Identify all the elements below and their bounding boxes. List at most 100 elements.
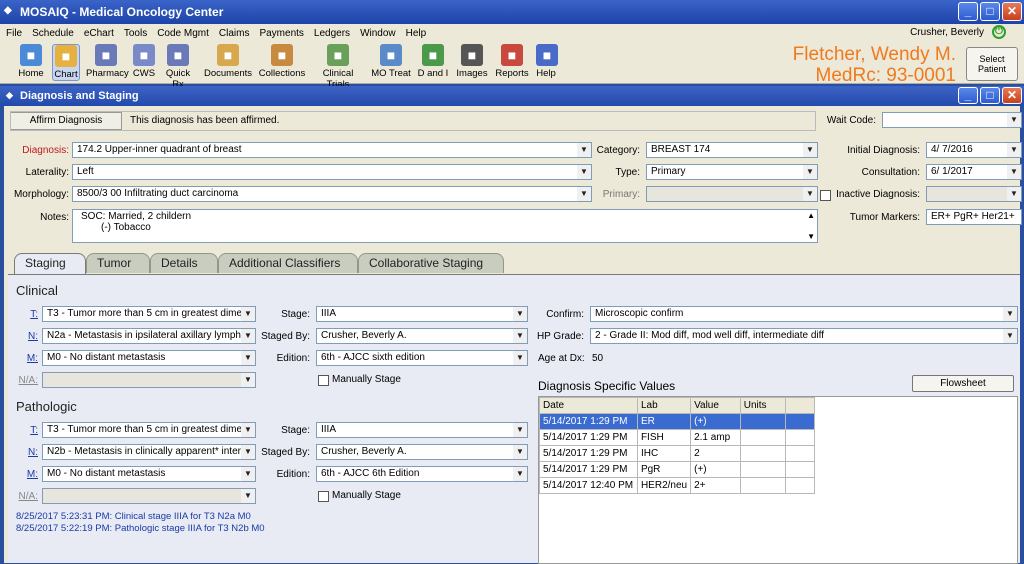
menu-schedule[interactable]: Schedule — [32, 28, 74, 39]
table-row[interactable]: 5/14/2017 1:29 PM IHC 2 — [539, 445, 815, 462]
morphology-select[interactable]: 8500/3 00 Infiltrating duct carcinoma ▼ — [72, 186, 592, 202]
table-cell — [739, 413, 787, 430]
clinical-edition-select[interactable]: 6th - AJCC sixth edition ▼ — [316, 350, 528, 366]
toolbar-mo-treat-button[interactable]: ■ MO Treat — [370, 44, 412, 79]
diagnosis-select[interactable]: 174.2 Upper-inner quadrant of breast ▼ — [72, 142, 592, 158]
help-icon: ■ — [536, 44, 558, 66]
table-row[interactable]: 5/14/2017 1:29 PM ER (+) — [539, 413, 815, 430]
pathologic-na-select: ▼ — [42, 488, 256, 504]
clinical-t-link[interactable]: T: — [8, 309, 38, 320]
menu-claims[interactable]: Claims — [219, 28, 250, 39]
toolbar-cws-button[interactable]: ■ CWS — [130, 44, 158, 79]
toolbar-collections-button[interactable]: ■ Collections — [258, 44, 306, 79]
menu-ledgers[interactable]: Ledgers — [314, 28, 350, 39]
type-select[interactable]: Primary ▼ — [646, 164, 818, 180]
notes-line: (-) Tobacco — [101, 222, 151, 233]
select-patient-button[interactable]: Select Patient — [966, 47, 1018, 81]
power-icon[interactable]: ⏻ — [992, 25, 1006, 39]
table-row[interactable]: 5/14/2017 1:29 PM FISH 2.1 amp — [539, 429, 815, 446]
table-row[interactable]: 5/14/2017 1:29 PM PgR (+) — [539, 461, 815, 478]
clinical-edition-label: Edition: — [276, 353, 310, 364]
clinical-n-link[interactable]: N: — [8, 331, 38, 342]
diagnosis-label: Diagnosis: — [22, 145, 69, 156]
clinical-m-select[interactable]: M0 - No distant metastasis ▼ — [42, 350, 256, 366]
dsv-col-date[interactable]: Date — [539, 397, 638, 414]
dsv-col-units[interactable]: Units — [739, 397, 787, 414]
patient-header: Fletcher, Wendy M. MedRc: 93-0001 — [793, 44, 956, 86]
laterality-select[interactable]: Left ▼ — [72, 164, 592, 180]
menu-echart[interactable]: eChart — [84, 28, 114, 39]
tab-tumor[interactable]: Tumor — [86, 253, 150, 273]
clinical-staged-by-label: Staged By: — [261, 331, 310, 342]
menu-help[interactable]: Help — [406, 28, 427, 39]
toolbar-d-and-i-button[interactable]: ■ D and I — [416, 44, 450, 79]
toolbar-home-button[interactable]: ■ Home — [18, 44, 44, 79]
pathologic-staged-by-label: Staged By: — [261, 447, 310, 458]
tab-collaborative-staging[interactable]: Collaborative Staging — [358, 253, 504, 273]
pathologic-staged-by-select[interactable]: Crusher, Beverly A. ▼ — [316, 444, 528, 460]
toolbar-pharmacy-button[interactable]: ■ Pharmacy — [86, 44, 129, 79]
category-select[interactable]: BREAST 174 ▼ — [646, 142, 818, 158]
clinical-t-select[interactable]: T3 - Tumor more than 5 cm in greatest di… — [42, 306, 256, 322]
pathologic-t-select[interactable]: T3 - Tumor more than 5 cm in greatest di… — [42, 422, 256, 438]
pill-bottle-icon: ■ — [95, 44, 117, 66]
clinical-na-select: ▼ — [42, 372, 256, 388]
pathologic-n-select[interactable]: N2b - Metastasis in clinically apparent*… — [42, 444, 256, 460]
chevron-down-icon: ▼ — [1007, 113, 1021, 127]
clinical-stage-select[interactable]: IIIA ▼ — [316, 306, 528, 322]
tab-additional-classifiers[interactable]: Additional Classifiers — [218, 253, 358, 273]
close-button[interactable]: ✕ — [1002, 2, 1022, 21]
panel-close-button[interactable]: ✕ — [1002, 87, 1022, 104]
table-row[interactable]: 5/14/2017 12:40 PM HER2/neu 2+ — [539, 477, 815, 494]
toolbar-chart-button[interactable]: ■ Chart — [52, 44, 80, 81]
wait-code-select[interactable]: ▼ — [882, 112, 1022, 128]
toolbar-help-button[interactable]: ■ Help — [536, 44, 558, 79]
consultation-date[interactable]: 6/ 1/2017 ▼ — [926, 164, 1022, 180]
select-patient-label-2: Patient — [977, 64, 1007, 74]
toolbar-images-button[interactable]: ■ Images — [456, 44, 488, 79]
window-title-bar: ◆ MOSAIQ - Medical Oncology Center _ □ ✕ — [0, 0, 1024, 24]
affirm-diagnosis-button[interactable]: Affirm Diagnosis — [10, 112, 122, 130]
menu-tools[interactable]: Tools — [124, 28, 147, 39]
toolbar-clinical-trials-button[interactable]: ■ Clinical Trials — [312, 44, 364, 90]
clinical-staged-by-select[interactable]: Crusher, Beverly A. ▼ — [316, 328, 528, 344]
pathologic-manually-stage-checkbox[interactable] — [318, 491, 329, 502]
pathologic-t-link[interactable]: T: — [8, 425, 38, 436]
toolbar-quick-rx-button[interactable]: ■ Quick Rx — [160, 44, 196, 90]
pathologic-stage-select[interactable]: IIIA ▼ — [316, 422, 528, 438]
tab-details[interactable]: Details — [150, 253, 218, 273]
tab-staging[interactable]: Staging — [14, 253, 86, 275]
menu-payments[interactable]: Payments — [259, 28, 303, 39]
confirm-select[interactable]: Microscopic confirm ▼ — [590, 306, 1018, 322]
pathologic-n-link[interactable]: N: — [8, 447, 38, 458]
dsv-col-lab[interactable]: Lab — [636, 397, 692, 414]
panel-icon: ◆ — [6, 90, 13, 100]
clinical-manually-stage-checkbox[interactable] — [318, 375, 329, 386]
chevron-down-icon: ▼ — [513, 445, 527, 459]
toolbar-reports-button[interactable]: ■ Reports — [494, 44, 530, 79]
menu-window[interactable]: Window — [360, 28, 396, 39]
menu-file[interactable]: File — [6, 28, 22, 39]
toolbar-documents-button[interactable]: ■ Documents — [204, 44, 252, 79]
tumor-markers-input[interactable]: ER+ PgR+ Her21+ — [926, 209, 1022, 225]
menu-code-mgmt[interactable]: Code Mgmt — [157, 28, 209, 39]
panel-minimize-button[interactable]: _ — [958, 87, 978, 104]
clinical-n-select[interactable]: N2a - Metastasis in ipsilateral axillary… — [42, 328, 256, 344]
pathologic-m-select[interactable]: M0 - No distant metastasis ▼ — [42, 466, 256, 482]
chevron-down-icon: ▼ — [241, 373, 255, 387]
scroll-down-icon[interactable]: ▼ — [807, 232, 815, 241]
initial-diagnosis-date[interactable]: 4/ 7/2016 ▼ — [926, 142, 1022, 158]
toolbar-label: Chart — [54, 69, 78, 80]
panel-maximize-button[interactable]: □ — [980, 87, 1000, 104]
notes-textarea[interactable]: SOC: Married, 2 childern (-) Tobacco ▲ ▼ — [72, 209, 818, 243]
maximize-button[interactable]: □ — [980, 2, 1000, 21]
dsv-col-value[interactable]: Value — [690, 397, 741, 414]
hp-grade-select[interactable]: 2 - Grade II: Mod diff, mod well diff, i… — [590, 328, 1018, 344]
clinical-m-link[interactable]: M: — [8, 353, 38, 364]
pathologic-m-link[interactable]: M: — [8, 469, 38, 480]
flowsheet-button[interactable]: Flowsheet — [912, 375, 1014, 392]
staging-tab-content: Clinical T: T3 - Tumor more than 5 cm in… — [8, 274, 1020, 564]
pathologic-edition-select[interactable]: 6th - AJCC 6th Edition ▼ — [316, 466, 528, 482]
current-user: Crusher, Beverly — [910, 27, 984, 38]
minimize-button[interactable]: _ — [958, 2, 978, 21]
